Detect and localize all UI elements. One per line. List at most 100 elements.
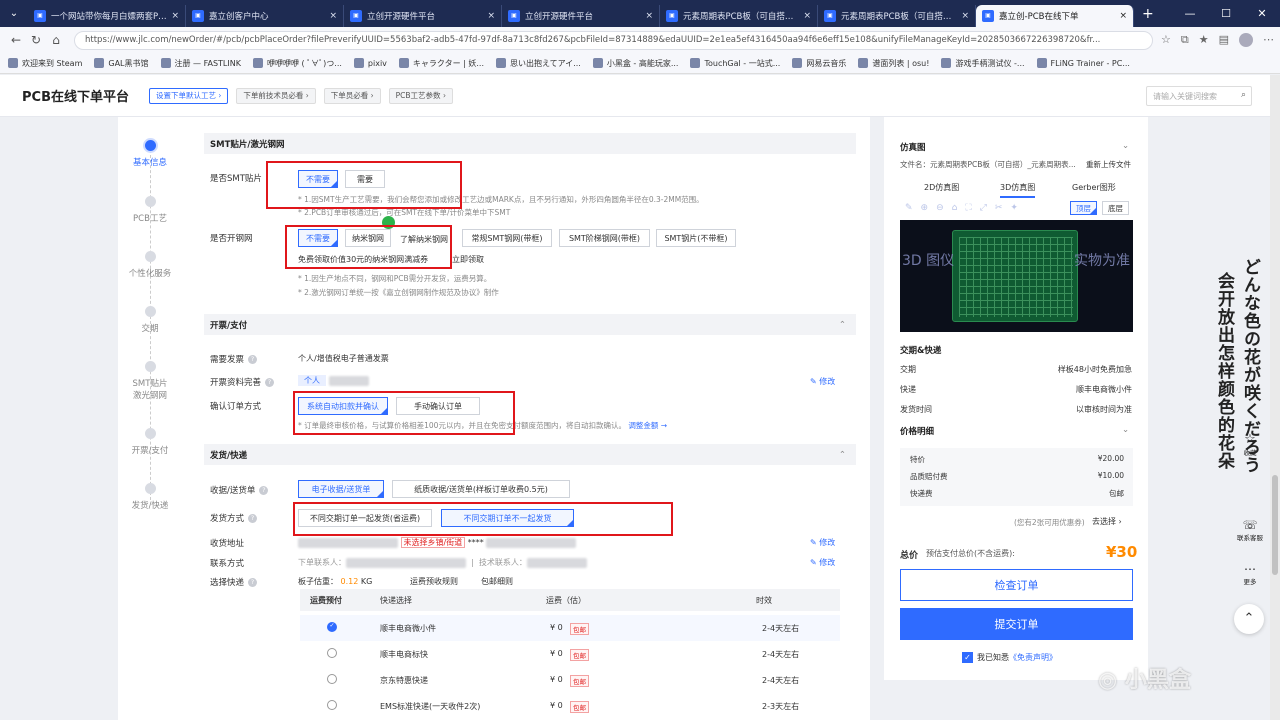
radio-icon[interactable] <box>327 700 337 710</box>
scrollbar-thumb[interactable] <box>1272 475 1278 575</box>
step-personal-service[interactable]: 个性化服务 <box>118 251 182 279</box>
site-search-input[interactable]: 请输入关键词搜索 ⌕ <box>1146 86 1252 106</box>
fit-icon[interactable]: ⛶ <box>965 203 971 213</box>
url-field[interactable]: https://www.jlc.com/newOrder/#/pcb/pcbPl… <box>74 30 1153 50</box>
bookmark-item[interactable]: 欢迎来到 Steam <box>8 58 82 69</box>
bookmark-item[interactable]: 小黑盒 - 高能玩家... <box>592 58 678 69</box>
stencil-option-regular[interactable]: 常规SMT钢网(带框) <box>462 229 552 247</box>
tab-actions-icon[interactable]: ⌄ <box>0 0 28 27</box>
more-button[interactable]: ⋯ 更多 <box>1232 562 1268 586</box>
free-shipping-link[interactable]: 包邮细则 <box>481 576 513 587</box>
close-tab-icon[interactable]: × <box>803 11 811 21</box>
page-scrollbar[interactable] <box>1270 75 1280 720</box>
browser-tab[interactable]: ▣ 元素周期表PCB板（可自搭） - 立创× <box>660 4 818 27</box>
collapse-icon[interactable]: ⌃ <box>839 450 846 460</box>
freight-rule-link[interactable]: 运费预收规则 <box>410 576 458 587</box>
site-logo[interactable]: PCB在线下单平台 <box>22 86 129 105</box>
extensions-icon[interactable]: ⧉ <box>1181 33 1189 47</box>
bookmark-item[interactable]: 注册 — FASTLINK <box>160 58 241 69</box>
check-order-button[interactable]: 检查订单 <box>900 569 1133 601</box>
stencil-option-sheet[interactable]: SMT钢片(不带框) <box>656 229 736 247</box>
table-row[interactable]: 顺丰电商标快 ¥ 0 包邮 2-4天左右 <box>300 641 840 667</box>
refresh-icon[interactable]: ↻ <box>26 33 46 47</box>
default-process-button[interactable]: 设置下单默认工艺 › <box>148 87 229 104</box>
pcb-params-button[interactable]: PCB工艺参数 › <box>388 87 453 104</box>
radio-selected-icon[interactable] <box>327 622 337 632</box>
close-tab-icon[interactable]: × <box>329 11 337 21</box>
close-tab-icon[interactable]: × <box>1119 11 1127 21</box>
edit-invoice-link[interactable]: ✎ 修改 <box>810 376 835 387</box>
back-to-top-icon[interactable]: ⌃ <box>1234 604 1264 634</box>
help-icon[interactable]: ? <box>248 514 258 523</box>
minimize-icon[interactable]: — <box>1172 7 1208 20</box>
receipt-electronic-option[interactable]: 电子收据/送货单 <box>298 480 384 498</box>
coupon-select-link[interactable]: 去选择 › <box>1092 516 1122 527</box>
bookmark-item[interactable]: 网易云音乐 <box>792 58 846 69</box>
collapse-icon[interactable]: ⌄ <box>1122 425 1129 435</box>
tab-3d-sim[interactable]: 3D仿真图 <box>1000 182 1036 198</box>
adjust-amount-link[interactable]: 调整金额 → <box>628 421 667 430</box>
favorite-star-icon[interactable]: ☆ <box>1161 33 1171 47</box>
radio-icon[interactable] <box>327 648 337 658</box>
table-row[interactable]: EMS标准快递(一天收件2次) ¥ 0 包邮 2-3天左右 <box>300 693 840 719</box>
checkbox-checked-icon[interactable]: ✓ <box>962 652 973 663</box>
bookmark-item[interactable]: 咿咿咿咿 ( ﾟ∀ﾟ)つ... <box>252 58 342 69</box>
new-tab-icon[interactable]: + <box>1142 6 1154 22</box>
profile-avatar[interactable] <box>1239 33 1253 47</box>
bookmark-item[interactable]: GAL黑书馆 <box>94 58 149 69</box>
zoom-out-icon[interactable]: ⊖ <box>936 203 944 213</box>
submit-order-button[interactable]: 提交订单 <box>900 608 1133 640</box>
step-pcb-process[interactable]: PCB工艺 <box>118 196 182 224</box>
help-icon[interactable]: ? <box>259 486 269 495</box>
maximize-icon[interactable]: ☐ <box>1208 7 1244 20</box>
help-icon[interactable]: ? <box>248 355 258 364</box>
reupload-link[interactable]: 重新上传文件 <box>1086 159 1131 170</box>
back-icon[interactable]: ← <box>6 33 26 47</box>
pcb-3d-preview[interactable]: 3D 图仪 实物为准 <box>900 220 1133 332</box>
step-delivery-time[interactable]: 交期 <box>118 306 182 334</box>
bookmark-item[interactable]: pixiv <box>353 58 387 68</box>
collections-icon[interactable]: ▤ <box>1219 33 1229 47</box>
step-smt[interactable]: SMT贴片 激光钢网 <box>118 361 182 401</box>
help-icon[interactable]: ? <box>265 378 275 387</box>
receipt-paper-option[interactable]: 纸质收据/送货单(样板订单收费0.5元) <box>392 480 570 498</box>
collapse-icon[interactable]: ⌃ <box>839 320 846 330</box>
home-view-icon[interactable]: ⌂ <box>952 203 958 213</box>
close-tab-icon[interactable]: × <box>171 11 179 21</box>
zoom-in-icon[interactable]: ⊕ <box>921 203 929 213</box>
bookmark-item[interactable]: 谱面列表 | osu! <box>858 58 929 69</box>
browser-tab[interactable]: ▣ 立创开源硬件平台 × <box>502 4 660 27</box>
favorites-icon[interactable]: ★ <box>1199 33 1209 47</box>
home-icon[interactable]: ⌂ <box>46 33 66 47</box>
layer-bottom-tab[interactable]: 底层 <box>1102 201 1129 215</box>
browser-tab-active[interactable]: ▣ 嘉立创-PCB在线下单 × <box>976 4 1134 27</box>
coupon-claim-link[interactable]: 立即领取 <box>452 254 484 265</box>
disclaimer-link[interactable]: 《免责声明》 <box>1009 653 1057 662</box>
edit-contact-link[interactable]: ✎ 修改 <box>810 557 835 568</box>
browser-tab[interactable]: ▣ 立创开源硬件平台 × <box>344 4 502 27</box>
browser-tab[interactable]: ▣ 元素周期表PCB板（可自搭）| 元 × <box>818 4 976 27</box>
edit-address-link[interactable]: ✎ 修改 <box>810 537 835 548</box>
tab-gerber[interactable]: Gerber图形 <box>1072 182 1116 193</box>
bookmark-item[interactable]: 游戏手柄测试仪 -... <box>941 58 1025 69</box>
measure-icon[interactable]: ✂ <box>995 203 1003 213</box>
settings-icon[interactable]: ✦ <box>1010 203 1018 213</box>
close-tab-icon[interactable]: × <box>961 11 969 21</box>
tech-must-read-button[interactable]: 下单前技术员必看 › <box>236 87 316 104</box>
menu-icon[interactable]: ⋯ <box>1263 33 1274 47</box>
bookmark-item[interactable]: キャラクター | 妖... <box>398 58 484 69</box>
help-icon[interactable]: ? <box>248 578 258 587</box>
close-tab-icon[interactable]: × <box>487 11 495 21</box>
fullscreen-icon[interactable]: ⤢ <box>980 203 987 213</box>
bookmark-item[interactable]: TouchGal - 一站式... <box>690 58 780 69</box>
bookmark-item[interactable]: FLiNG Trainer - PC... <box>1036 58 1130 68</box>
contact-service-button[interactable]: ☏ 联系客服 <box>1232 518 1268 542</box>
tab-2d-sim[interactable]: 2D仿真图 <box>924 182 959 193</box>
pen-icon[interactable]: ✎ <box>905 203 913 213</box>
table-row[interactable]: 顺丰电商微小件 ¥ 0 包邮 2-4天左右 <box>300 615 840 641</box>
layer-top-tab[interactable]: 顶层 <box>1070 201 1097 215</box>
browser-tab[interactable]: ▣ 嘉立创客户中心 × <box>186 4 344 27</box>
table-row[interactable]: 京东特惠快递 ¥ 0 包邮 2-4天左右 <box>300 667 840 693</box>
bookmark-item[interactable]: 思い出抱えてアイ... <box>496 58 581 69</box>
close-window-icon[interactable]: ✕ <box>1244 7 1280 20</box>
